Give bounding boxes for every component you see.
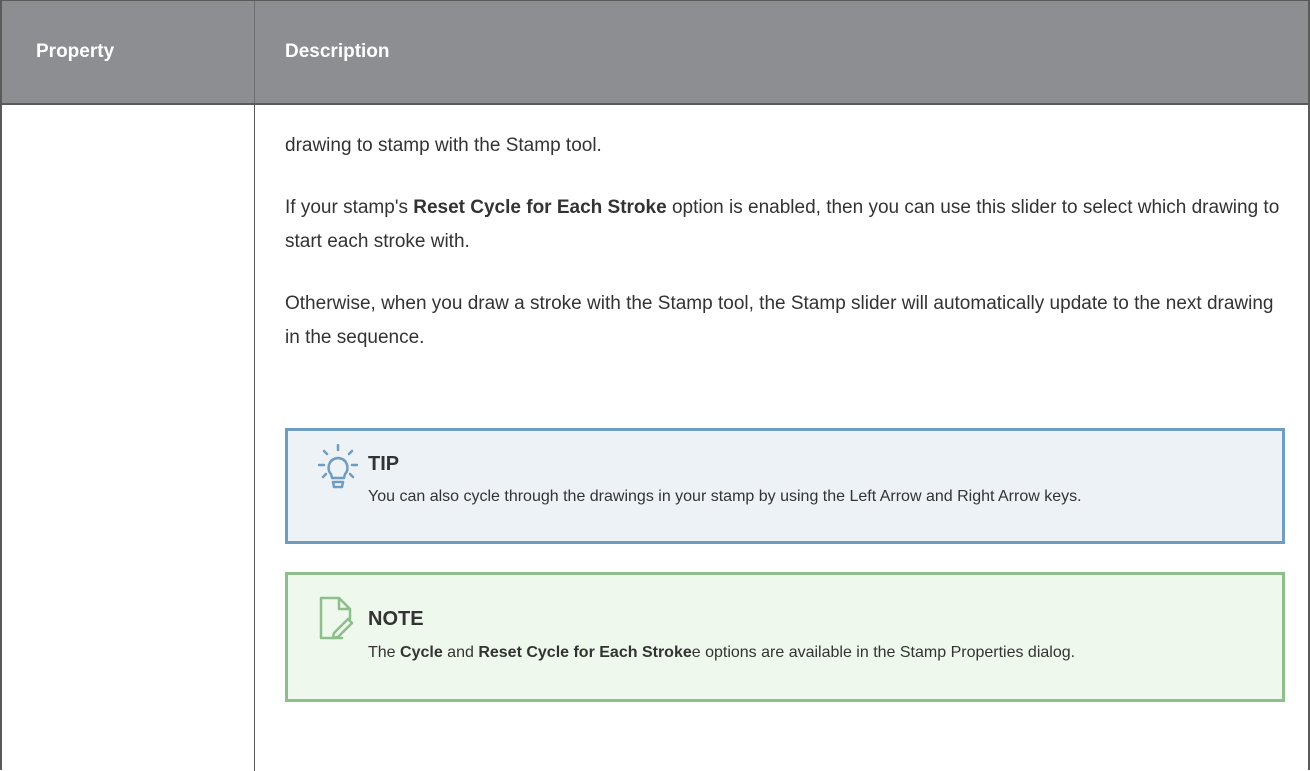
tip-body: You can also cycle through the drawings … <box>368 488 1082 505</box>
paragraph-stamp-tool: drawing to stamp with the Stamp tool. <box>285 135 602 156</box>
property-table: Property Description drawing to stamp wi… <box>0 0 1310 771</box>
note-title: NOTE <box>368 608 424 630</box>
header-description: Description <box>285 41 390 62</box>
note-body: The Cycle and Reset Cycle for Each Strok… <box>368 638 1248 667</box>
note-callout: NOTE The Cycle and Reset Cycle for Each … <box>285 572 1285 702</box>
tip-title: TIP <box>368 453 400 475</box>
note-text: The <box>368 644 401 661</box>
note-pencil-icon <box>318 595 354 646</box>
paragraph-text: If your stamp's <box>285 197 414 218</box>
column-divider <box>254 105 255 771</box>
paragraph-reset-cycle: If your stamp's Reset Cycle for Each Str… <box>285 191 1285 259</box>
bold-reset-cycle: Reset Cycle for Each Stroke <box>478 644 692 661</box>
header-property: Property <box>36 41 115 62</box>
paragraph-otherwise: Otherwise, when you draw a stroke with t… <box>285 293 1274 348</box>
bold-option-name: Reset Cycle for Each Stroke <box>413 197 667 218</box>
header-divider <box>254 1 255 103</box>
tip-callout: TIP You can also cycle through the drawi… <box>285 428 1285 544</box>
table-header: Property Description <box>2 1 1308 105</box>
note-text: and <box>442 644 479 661</box>
bold-cycle: Cycle <box>400 644 443 661</box>
lightbulb-icon <box>317 443 359 495</box>
note-text: e options are available in the Stamp Pro… <box>691 644 1076 661</box>
